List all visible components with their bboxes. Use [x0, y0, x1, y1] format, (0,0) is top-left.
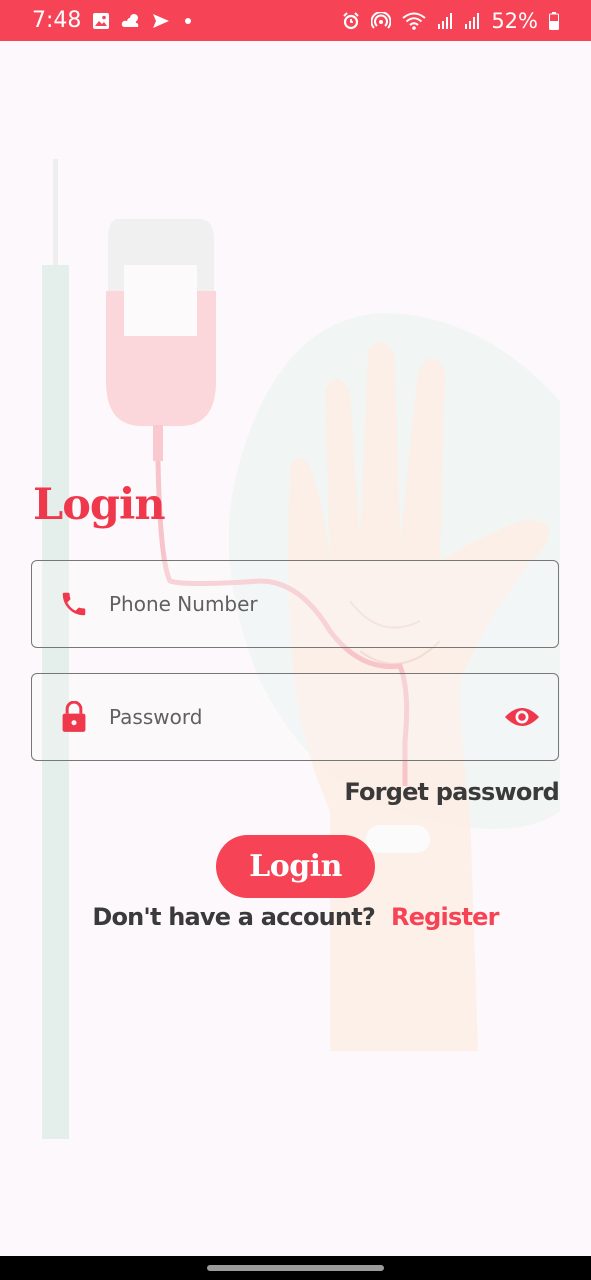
battery-percent: 52%: [491, 8, 538, 33]
signal-icon: [437, 12, 453, 30]
phone-input[interactable]: [109, 584, 558, 624]
wifi-icon: [402, 12, 426, 30]
password-input[interactable]: [109, 697, 504, 737]
send-icon: [152, 13, 170, 29]
lock-icon: [59, 701, 89, 733]
no-account-text: Don't have a account?: [92, 903, 376, 931]
image-icon: [92, 12, 110, 30]
register-link[interactable]: Register: [391, 903, 499, 931]
dot-icon: [181, 16, 195, 26]
status-bar: 7:48 52%: [0, 0, 591, 41]
navigation-bar: [0, 1256, 591, 1280]
hotspot-icon: [371, 11, 392, 30]
status-time: 7:48: [32, 8, 82, 33]
battery-icon: [549, 11, 559, 30]
password-field[interactable]: [31, 673, 559, 761]
status-right: 52%: [342, 9, 559, 33]
phone-icon: [59, 589, 89, 619]
eye-icon[interactable]: [504, 705, 540, 729]
blood-bag: [106, 219, 216, 461]
login-button[interactable]: Login: [216, 835, 375, 898]
phone-field[interactable]: [31, 560, 559, 648]
iv-pole: [42, 159, 69, 1139]
signal-icon: [464, 12, 480, 30]
alarm-icon: [342, 11, 360, 30]
blood-donation-illustration: [42, 159, 560, 1139]
status-left: 7:48: [32, 8, 195, 33]
register-row: Don't have a account? Register: [0, 903, 591, 931]
home-gesture-handle[interactable]: [207, 1265, 384, 1271]
cloud-icon: [121, 13, 141, 29]
forget-password-link[interactable]: Forget password: [344, 778, 559, 806]
page-title: Login: [33, 480, 166, 530]
